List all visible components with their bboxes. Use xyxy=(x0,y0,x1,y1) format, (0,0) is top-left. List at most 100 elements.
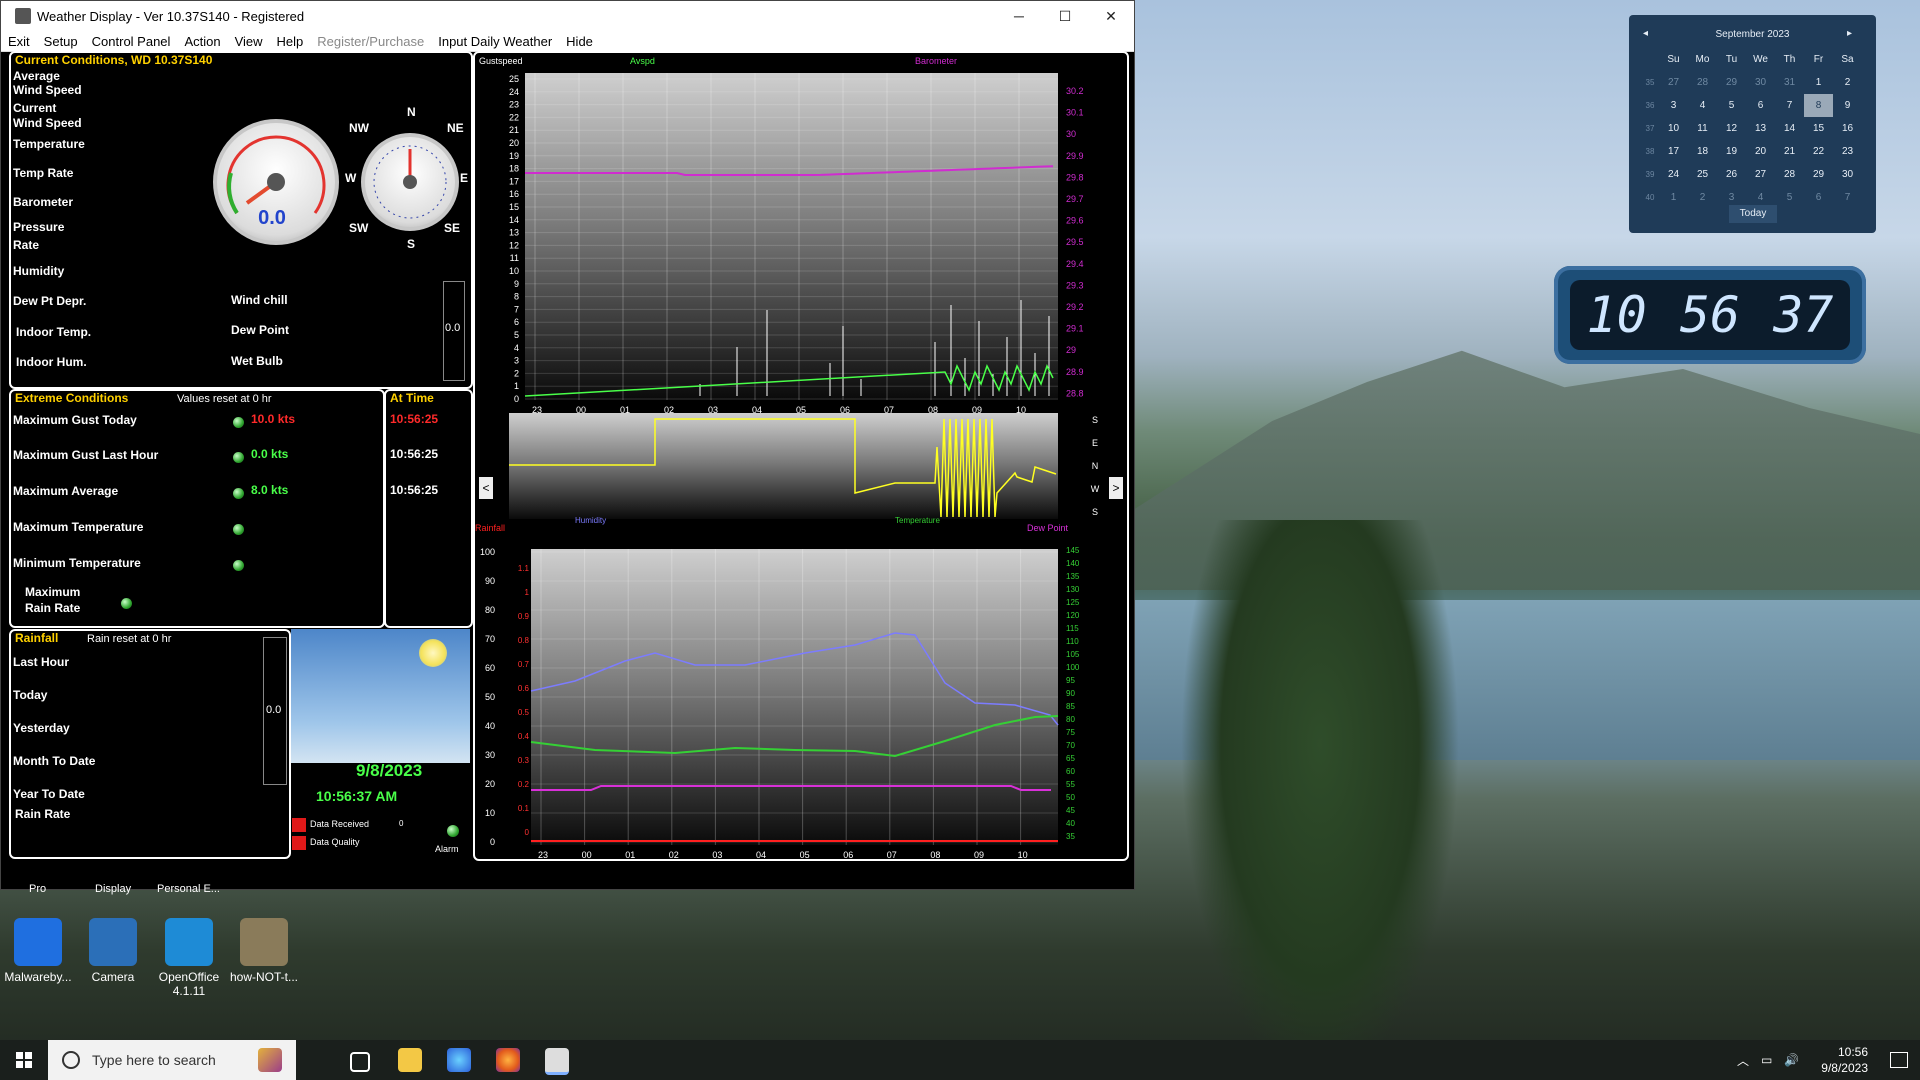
calendar-day[interactable]: 31 xyxy=(1775,71,1804,94)
calendar-day[interactable]: 7 xyxy=(1833,186,1862,209)
indoor-bar-value: 0.0 xyxy=(445,322,461,334)
calendar-day[interactable]: 29 xyxy=(1717,71,1746,94)
taskbar-clock[interactable]: 10:56 9/8/2023 xyxy=(1821,1044,1868,1076)
direction-tick-label: W xyxy=(1091,484,1100,494)
menu-help[interactable]: Help xyxy=(270,34,311,49)
calendar-day[interactable]: 15 xyxy=(1804,117,1833,140)
network-icon[interactable]: ▭ xyxy=(1761,1053,1772,1067)
menu-input-daily-weather[interactable]: Input Daily Weather xyxy=(431,34,559,49)
calendar-day[interactable]: 23 xyxy=(1833,140,1862,163)
calendar-day[interactable]: 30 xyxy=(1746,71,1775,94)
calendar-day[interactable]: 13 xyxy=(1746,117,1775,140)
y-tick-label: 4 xyxy=(514,343,519,353)
desktop-icon[interactable]: Malwareby... xyxy=(2,918,74,984)
volume-icon[interactable]: 🔊 xyxy=(1784,1053,1799,1067)
calendar-day[interactable]: 10 xyxy=(1659,117,1688,140)
humidity-tick-label: 70 xyxy=(485,634,495,644)
alarm-indicator[interactable] xyxy=(447,825,459,837)
calendar-today-button[interactable]: Today xyxy=(1729,205,1777,223)
calendar-day[interactable]: 29 xyxy=(1804,163,1833,186)
calendar-day[interactable]: 11 xyxy=(1688,117,1717,140)
calendar-day[interactable]: 5 xyxy=(1775,186,1804,209)
calendar-day[interactable]: 21 xyxy=(1775,140,1804,163)
calendar-day[interactable]: 7 xyxy=(1775,94,1804,117)
y-tick-label: 24 xyxy=(509,87,519,97)
temperature-tick-label: 115 xyxy=(1066,624,1079,633)
calendar-day[interactable]: 26 xyxy=(1717,163,1746,186)
calendar-day[interactable]: 1 xyxy=(1659,186,1688,209)
calendar-day[interactable]: 24 xyxy=(1659,163,1688,186)
rain-tick-label: 0.4 xyxy=(518,732,530,741)
task-view-icon[interactable] xyxy=(350,1052,370,1072)
calendar-day[interactable]: 8 xyxy=(1804,94,1833,117)
menu-view[interactable]: View xyxy=(228,34,270,49)
copilot-icon[interactable] xyxy=(447,1048,471,1072)
file-explorer-icon[interactable] xyxy=(398,1048,422,1072)
tray-chevron-icon[interactable]: ︿ xyxy=(1737,1052,1749,1069)
temperature-tick-label: 70 xyxy=(1066,741,1075,750)
calendar-day-header: Th xyxy=(1783,54,1796,65)
x-tick-label: 04 xyxy=(756,850,766,859)
calendar-day[interactable]: 17 xyxy=(1659,140,1688,163)
calendar-day[interactable]: 14 xyxy=(1775,117,1804,140)
menu-action[interactable]: Action xyxy=(177,34,227,49)
calendar-day[interactable]: 27 xyxy=(1659,71,1688,94)
calendar-day-header: Mo xyxy=(1695,54,1710,65)
start-button[interactable] xyxy=(0,1040,48,1080)
menu-control-panel[interactable]: Control Panel xyxy=(85,34,178,49)
calendar-day[interactable]: 19 xyxy=(1717,140,1746,163)
search-placeholder: Type here to search xyxy=(92,1052,216,1068)
graph-prev-button[interactable]: < xyxy=(479,477,493,499)
calendar-day[interactable]: 22 xyxy=(1804,140,1833,163)
calendar-day[interactable]: 27 xyxy=(1746,163,1775,186)
calendar-day[interactable]: 30 xyxy=(1833,163,1862,186)
calendar-day[interactable]: 4 xyxy=(1688,94,1717,117)
baro-tick-label: 29.8 xyxy=(1066,172,1084,182)
calendar-day[interactable]: 2 xyxy=(1688,186,1717,209)
calendar-day[interactable]: 12 xyxy=(1717,117,1746,140)
compass-e: E xyxy=(460,171,469,185)
notifications-icon[interactable] xyxy=(1890,1052,1908,1068)
desktop-icon[interactable]: Camera xyxy=(77,918,149,984)
menu-register-purchase[interactable]: Register/Purchase xyxy=(310,34,431,49)
calendar-day[interactable]: 6 xyxy=(1804,186,1833,209)
calendar-day[interactable]: 18 xyxy=(1688,140,1717,163)
calendar-prev-button[interactable]: ◂ xyxy=(1643,28,1648,39)
calendar-day[interactable]: 9 xyxy=(1833,94,1862,117)
minimize-button[interactable]: ─ xyxy=(996,1,1042,31)
calendar-week-number: 40 xyxy=(1645,193,1655,202)
graphs-panel: 25 24 23 22 21 20 19 18 17 16 15 14 13 12 11 10 9 8 7 6 5 4 3 2… xyxy=(473,51,1129,861)
calendar-day[interactable]: 20 xyxy=(1746,140,1775,163)
menu-bar: Exit Setup Control Panel Action View Help Regi… xyxy=(1,31,1134,52)
calendar-day[interactable]: 3 xyxy=(1659,94,1688,117)
compass-w: W xyxy=(345,171,357,185)
y-tick-label: 6 xyxy=(514,317,519,327)
calendar-day[interactable]: 5 xyxy=(1717,94,1746,117)
calendar-day[interactable]: 25 xyxy=(1688,163,1717,186)
graph-next-button[interactable]: > xyxy=(1109,477,1123,499)
calendar-day[interactable]: 28 xyxy=(1775,163,1804,186)
calendar-day[interactable]: 2 xyxy=(1833,71,1862,94)
calendar-day[interactable]: 28 xyxy=(1688,71,1717,94)
calendar-day[interactable]: 6 xyxy=(1746,94,1775,117)
calendar-day[interactable]: 1 xyxy=(1804,71,1833,94)
close-button[interactable]: ✕ xyxy=(1088,1,1134,31)
menu-hide[interactable]: Hide xyxy=(559,34,600,49)
indoor-temp-label: Indoor Temp. xyxy=(16,325,92,339)
baro-tick-label: 29.5 xyxy=(1066,237,1084,247)
extreme-row-value: 10.0 kts xyxy=(251,412,296,426)
humidity-tick-label: 80 xyxy=(485,605,495,615)
rain-axis: 1.1 1 0.9 0.8 0.7 0.6 0.5 0.4 0.3 0.2 0.1 0 xyxy=(518,564,530,837)
weather-display-taskbar-icon[interactable] xyxy=(545,1048,569,1075)
calendar-next-button[interactable]: ▸ xyxy=(1847,28,1852,39)
extreme-reset-note: Values reset at 0 hr xyxy=(177,393,272,405)
menu-exit[interactable]: Exit xyxy=(1,34,37,49)
desktop-icon[interactable]: how-NOT-t... xyxy=(228,918,300,984)
firefox-icon[interactable] xyxy=(496,1048,520,1072)
calendar-grid: Su Mo Tu We Th Fr Sa 35 27 28 29 30 31 1 2 36 3 4 5 6 7 8 9 37 1… xyxy=(1641,48,1862,209)
rain-tick-label: 0.8 xyxy=(518,636,530,645)
desktop-icon[interactable]: OpenOffice 4.1.11 xyxy=(153,918,225,998)
maximize-button[interactable]: ☐ xyxy=(1042,1,1088,31)
calendar-day[interactable]: 16 xyxy=(1833,117,1862,140)
menu-setup[interactable]: Setup xyxy=(37,34,85,49)
